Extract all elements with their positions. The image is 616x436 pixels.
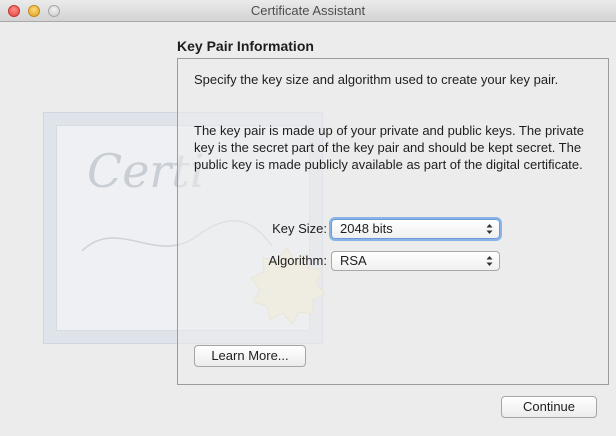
popup-arrows-icon <box>486 256 493 266</box>
algorithm-select[interactable]: RSA <box>331 251 500 271</box>
key-size-value: 2048 bits <box>340 221 393 236</box>
continue-button[interactable]: Continue <box>501 396 597 418</box>
title-bar: Certificate Assistant <box>0 0 616 22</box>
key-size-label: Key Size: <box>272 221 327 236</box>
learn-more-button[interactable]: Learn More... <box>194 345 306 367</box>
window-title: Certificate Assistant <box>250 3 366 18</box>
key-pair-panel: Specify the key size and algorithm used … <box>177 58 609 385</box>
algorithm-value: RSA <box>340 253 367 268</box>
key-size-select[interactable]: 2048 bits <box>331 219 500 239</box>
popup-arrows-icon <box>486 224 493 234</box>
certificate-assistant-window: Certificate Assistant Certi Key Pair Inf… <box>0 0 616 436</box>
algorithm-label: Algorithm: <box>268 253 327 268</box>
section-heading: Key Pair Information <box>177 38 314 54</box>
description-text: The key pair is made up of your private … <box>194 123 584 172</box>
intro-text: Specify the key size and algorithm used … <box>194 72 559 87</box>
